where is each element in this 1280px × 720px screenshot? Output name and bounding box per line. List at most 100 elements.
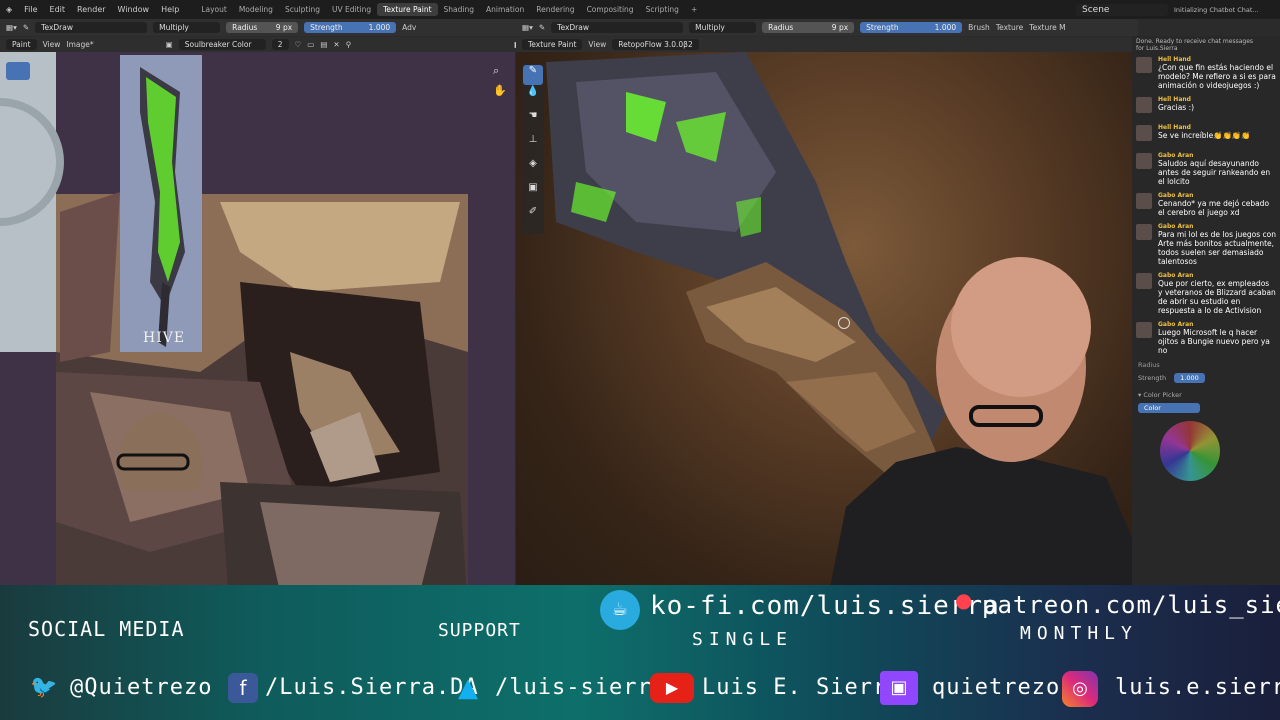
editor-type-icon[interactable]: ▦▾ <box>6 23 17 32</box>
mask-tool-icon[interactable]: ▣ <box>522 182 544 206</box>
stream-overlay: SOCIAL MEDIA SUPPORT ☕ ko-fi.com/luis.si… <box>0 413 1280 720</box>
strength-label: Strength <box>310 23 343 32</box>
tab-sculpting[interactable]: Sculpting <box>279 3 326 16</box>
open-image-icon[interactable]: ▤ <box>320 40 327 49</box>
tab-texture-paint[interactable]: Texture Paint <box>377 3 438 16</box>
pin-icon[interactable]: ⚲ <box>346 40 352 49</box>
viewport-toolbar: ✎ 💧 ☚ ⊥ ◈ ▣ ✐ <box>522 64 544 234</box>
chat-username: Gabo Aran <box>1158 272 1194 279</box>
add-workspace-icon[interactable]: + <box>685 3 703 16</box>
chat-text: Para mi lol es de los juegos con Arte má… <box>1158 230 1276 266</box>
chat-message: Hell Hand ¿Con que fin estás haciendo el … <box>1132 54 1280 94</box>
menu-edit[interactable]: Edit <box>44 5 72 14</box>
tab-modeling[interactable]: Modeling <box>233 3 279 16</box>
chat-username: Gabo Aran <box>1158 223 1194 230</box>
tab-shading[interactable]: Shading <box>438 3 480 16</box>
tab-uv-editing[interactable]: UV Editing <box>326 3 377 16</box>
fill-tool-icon[interactable]: ◈ <box>522 158 544 182</box>
tab-layout[interactable]: Layout <box>195 3 233 16</box>
radius-slider[interactable]: Radius 9 px <box>226 22 299 33</box>
tab-animation[interactable]: Animation <box>480 3 530 16</box>
retopoflow-menu[interactable]: RetopoFlow 3.0.0β2 <box>612 39 699 50</box>
menu-window[interactable]: Window <box>112 5 156 14</box>
kofi-link[interactable]: ko-fi.com/luis.sierra <box>650 591 1000 621</box>
radius-label-right: Radius <box>768 23 794 32</box>
blender-logo-icon[interactable]: ◈ <box>0 5 18 14</box>
texture-mask-menu[interactable]: Texture M <box>1029 23 1065 32</box>
strength-value: 1.000 <box>368 23 391 32</box>
adv-label[interactable]: Adv <box>402 23 416 32</box>
avatar <box>1136 153 1152 169</box>
chat-header-line2: for Luis.Sierra <box>1136 45 1178 52</box>
twitch-handle[interactable]: quietrezo <box>932 675 1060 700</box>
twitter-handle[interactable]: @Quietrezo <box>70 675 212 700</box>
chat-username: Gabo Aran <box>1158 152 1194 159</box>
blend-mode[interactable]: Multiply <box>153 22 221 33</box>
brush-icon-right: ✎ <box>538 23 546 32</box>
menu-file[interactable]: File <box>18 5 43 14</box>
strength-slider[interactable]: Strength 1.000 <box>304 22 397 33</box>
color-picker-label: Color Picker <box>1143 391 1182 399</box>
viewport-mode-selector[interactable]: Texture Paint <box>522 39 583 50</box>
view-menu[interactable]: View <box>43 40 61 49</box>
twitter-icon: 🐦 <box>30 675 58 700</box>
menu-render[interactable]: Render <box>71 5 111 14</box>
image-name-field[interactable]: Soulbreaker Color <box>178 39 266 50</box>
unlink-icon[interactable]: ✕ <box>333 40 339 49</box>
zoom-icon[interactable]: ⌕ <box>493 64 499 78</box>
draw-tool-icon[interactable]: ✎ <box>523 65 543 85</box>
draw-tool-button[interactable] <box>6 62 30 80</box>
brush-selector-right[interactable]: TexDraw <box>551 22 684 33</box>
panel-strength-value[interactable]: 1.000 <box>1174 373 1205 383</box>
fake-user-icon[interactable]: ♡ <box>295 40 302 49</box>
annotate-tool-icon[interactable]: ✐ <box>522 206 544 230</box>
brush-menu[interactable]: Brush <box>968 23 990 32</box>
tab-compositing[interactable]: Compositing <box>581 3 640 16</box>
soften-tool-icon[interactable]: 💧 <box>522 86 544 110</box>
monthly-label: MONTHLY <box>1020 623 1138 644</box>
tab-scripting[interactable]: Scripting <box>640 3 685 16</box>
reference-label: HIVE <box>143 330 186 346</box>
brush-selector[interactable]: TexDraw <box>35 22 148 33</box>
scene-selector[interactable]: Scene <box>1076 3 1168 16</box>
radius-slider-right[interactable]: Radius 9 px <box>762 22 855 33</box>
editor-type-icon-right[interactable]: ▦▾ <box>522 23 533 32</box>
artstation-handle[interactable]: /luis-sierra <box>495 675 666 700</box>
artstation-icon: ▲ <box>458 673 478 703</box>
facebook-handle[interactable]: /Luis.Sierra.DA <box>265 675 479 700</box>
color-tab[interactable]: Color <box>1138 403 1200 413</box>
chat-message: Hell Hand Se ve increíble👏👏👏👏 <box>1132 122 1280 150</box>
menu-help[interactable]: Help <box>155 5 185 14</box>
chat-status: Initializing Chatbot Chat... <box>1174 5 1259 14</box>
clone-tool-icon[interactable]: ⊥ <box>522 134 544 158</box>
brush-icon: ✎ <box>22 23 30 32</box>
texture-menu[interactable]: Texture <box>996 23 1023 32</box>
strength-slider-right[interactable]: Strength 1.000 <box>860 22 963 33</box>
smear-tool-icon[interactable]: ☚ <box>522 110 544 134</box>
mode-selector[interactable]: Paint <box>6 39 37 50</box>
radius-label: Radius <box>232 23 258 32</box>
image-icon: ▣ <box>165 40 173 49</box>
tab-rendering[interactable]: Rendering <box>530 3 580 16</box>
color-picker-header[interactable]: ▾ Color Picker <box>1132 385 1280 401</box>
menu-bar: ◈ File Edit Render Window Help Layout Mo… <box>0 0 1280 19</box>
patreon-link[interactable]: patreon.com/luis_sierra <box>982 591 1280 619</box>
chat-panel: Done. Ready to receive chat messages for… <box>1132 36 1280 607</box>
image-editor-canvas[interactable]: HIVE ⌕ ✋ <box>0 52 515 607</box>
instagram-handle[interactable]: luis.e.sierra <box>1115 675 1280 700</box>
youtube-channel[interactable]: Luis E. Sierra <box>702 675 901 700</box>
right-tool-settings: ▦▾ ✎ TexDraw Multiply Radius 9 px Strengt… <box>516 19 1138 36</box>
blend-mode-right[interactable]: Multiply <box>689 22 757 33</box>
pan-hand-icon[interactable]: ✋ <box>493 84 507 97</box>
new-image-icon[interactable]: ▭ <box>307 40 314 49</box>
chat-header: Done. Ready to receive chat messages for… <box>1132 36 1280 54</box>
strength-value-right: 1.000 <box>934 23 957 32</box>
left-editor-header: Paint View Image* ▣ Soulbreaker Color 2 … <box>0 37 521 52</box>
color-wheel[interactable] <box>1160 421 1220 481</box>
image-users-count: 2 <box>271 39 289 50</box>
patreon-icon: ● <box>955 588 973 612</box>
viewport-view-menu[interactable]: View <box>588 40 606 49</box>
radius-row: Radius <box>1132 359 1280 371</box>
3d-viewport[interactable]: ✎ 💧 ☚ ⊥ ◈ ▣ ✐ <box>516 52 1132 607</box>
image-menu[interactable]: Image* <box>66 40 93 49</box>
